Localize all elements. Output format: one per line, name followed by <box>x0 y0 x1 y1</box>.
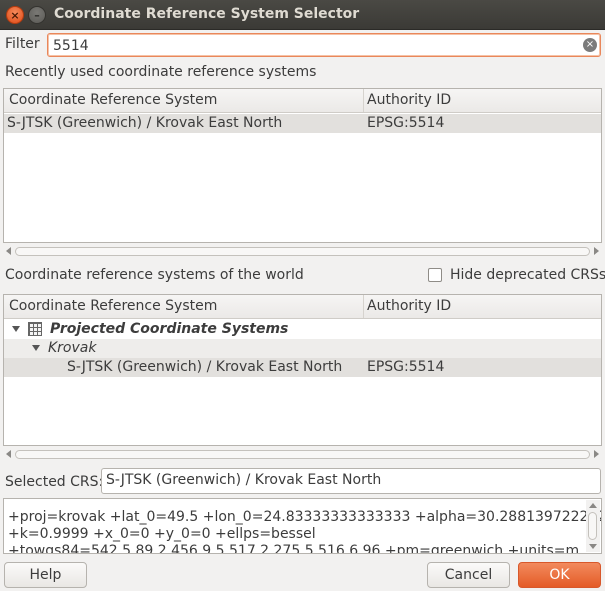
ok-button[interactable]: OK <box>518 562 601 588</box>
tree-item-authority-id: EPSG:5514 <box>367 359 445 375</box>
table-row[interactable]: S-JTSK (Greenwich) / Krovak East North E… <box>4 114 601 133</box>
hide-deprecated-checkbox[interactable] <box>428 268 442 282</box>
cancel-button[interactable]: Cancel <box>427 562 510 588</box>
column-header-crs[interactable]: Coordinate Reference System <box>6 295 362 318</box>
help-button[interactable]: Help <box>4 562 87 588</box>
tree-group-label: Projected Coordinate Systems <box>50 321 289 337</box>
hide-deprecated-label[interactable]: Hide deprecated CRSs <box>450 267 605 283</box>
column-header-crs[interactable]: Coordinate Reference System <box>6 89 362 112</box>
scroll-left-icon[interactable] <box>6 450 11 458</box>
recent-table-header: Coordinate Reference System Authority ID <box>4 89 601 113</box>
triangle-down-icon[interactable] <box>32 345 40 351</box>
scroll-down-icon[interactable] <box>589 544 597 549</box>
tree-subgroup-label: Krovak <box>48 340 97 356</box>
recent-table-hscrollbar[interactable] <box>3 245 602 259</box>
proj-line-3: +towgs84=542.5,89.2,456.9,5.517,2.275,5.… <box>8 543 580 554</box>
tree-subgroup-row[interactable]: Krovak <box>4 339 601 358</box>
scrollbar-track[interactable] <box>15 450 590 459</box>
proj-string-box[interactable]: +proj=krovak +lat_0=49.5 +lon_0=24.83333… <box>3 498 602 554</box>
recent-crs-table[interactable]: Coordinate Reference System Authority ID… <box>3 88 602 243</box>
selected-crs-label: Selected CRS: <box>5 474 104 490</box>
scrollbar-thumb[interactable] <box>588 512 597 540</box>
minimize-window-icon[interactable]: – <box>28 6 46 24</box>
world-tree-hscrollbar[interactable] <box>3 448 602 462</box>
selected-crs-field[interactable]: S-JTSK (Greenwich) / Krovak East North <box>101 468 601 494</box>
scrollbar-track[interactable] <box>15 247 590 256</box>
tree-item-row[interactable]: S-JTSK (Greenwich) / Krovak East North E… <box>4 358 601 377</box>
window-title: Coordinate Reference System Selector <box>54 6 360 22</box>
proj-line-1: +proj=krovak +lat_0=49.5 +lon_0=24.83333… <box>8 509 602 525</box>
close-window-icon[interactable]: × <box>6 6 24 24</box>
row-authority-id: EPSG:5514 <box>367 115 445 131</box>
proj-string-text: +proj=krovak +lat_0=49.5 +lon_0=24.83333… <box>8 509 602 554</box>
filter-label: Filter <box>5 36 40 52</box>
filter-input[interactable] <box>47 33 601 57</box>
tree-group-row[interactable]: Projected Coordinate Systems <box>4 320 601 339</box>
column-header-authority[interactable]: Authority ID <box>363 89 601 112</box>
proj-line-2: +k=0.9999 +x_0=0 +y_0=0 +ellps=bessel <box>8 526 316 542</box>
column-header-authority[interactable]: Authority ID <box>363 295 601 318</box>
world-crs-heading: Coordinate reference systems of the worl… <box>5 267 304 283</box>
world-crs-tree[interactable]: Coordinate Reference System Authority ID… <box>3 294 602 446</box>
scroll-left-icon[interactable] <box>6 247 11 255</box>
tree-item-crs-name: S-JTSK (Greenwich) / Krovak East North <box>67 359 343 375</box>
recent-crs-heading: Recently used coordinate reference syste… <box>5 64 317 80</box>
proj-vscrollbar[interactable] <box>586 500 600 552</box>
row-crs-name: S-JTSK (Greenwich) / Krovak East North <box>7 115 283 131</box>
grid-icon <box>28 322 42 336</box>
clear-icon[interactable]: × <box>583 38 597 52</box>
scroll-right-icon[interactable] <box>594 247 599 255</box>
scroll-right-icon[interactable] <box>594 450 599 458</box>
world-table-header: Coordinate Reference System Authority ID <box>4 295 601 319</box>
scroll-up-icon[interactable] <box>589 503 597 508</box>
title-bar[interactable]: × – Coordinate Reference System Selector <box>0 0 605 30</box>
triangle-down-icon[interactable] <box>12 326 20 332</box>
